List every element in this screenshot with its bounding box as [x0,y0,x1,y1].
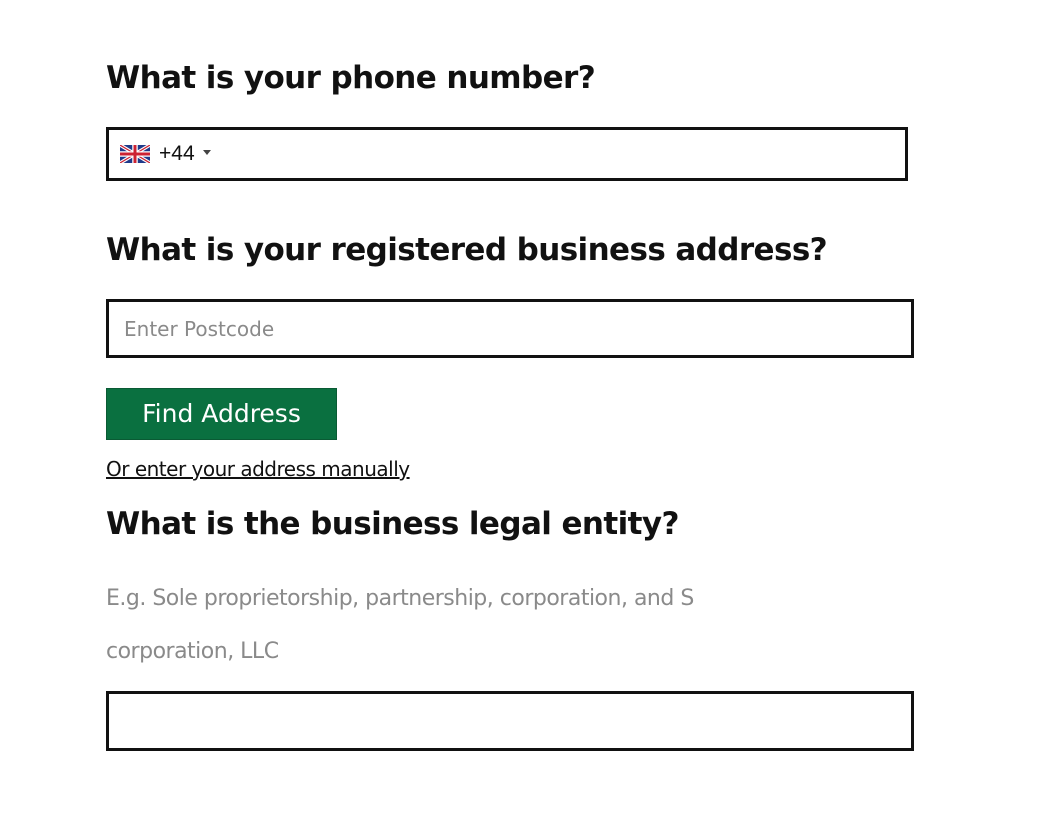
enter-address-manually-link[interactable]: Or enter your address manually [106,455,410,483]
legal-entity-question-heading: What is the business legal entity? [106,506,679,542]
uk-flag-icon [120,145,150,163]
chevron-down-icon [202,149,211,155]
postcode-field[interactable] [106,299,914,358]
postcode-input[interactable] [109,302,911,355]
phone-question-heading: What is your phone number? [106,60,596,96]
phone-input[interactable] [229,130,899,178]
dial-code: +44 [159,142,195,165]
find-address-button[interactable]: Find Address [106,388,337,440]
legal-entity-hint: E.g. Sole proprietorship, partnership, c… [106,586,694,664]
legal-entity-field[interactable] [106,691,914,751]
phone-field[interactable]: +44 [106,127,908,181]
address-question-heading: What is your registered business address… [106,232,828,268]
country-code-select[interactable]: +44 [120,130,211,178]
legal-entity-input[interactable] [109,694,911,748]
